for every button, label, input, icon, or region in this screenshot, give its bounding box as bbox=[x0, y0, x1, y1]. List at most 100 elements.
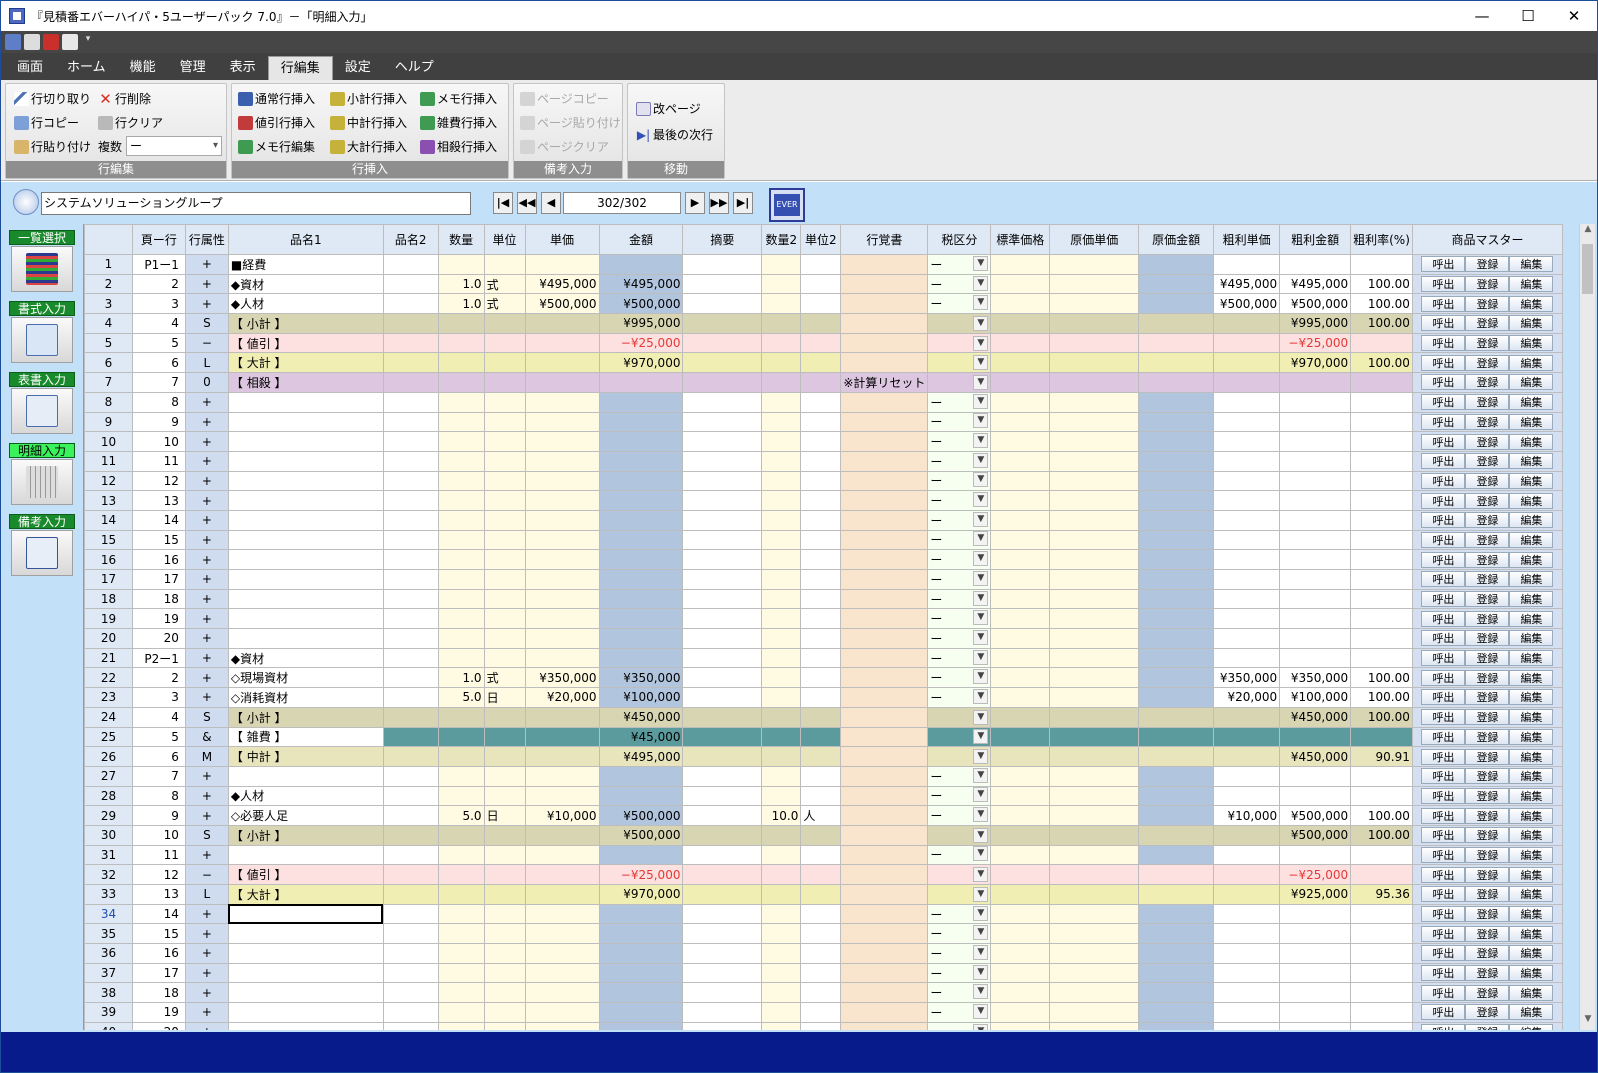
quantity2-cell[interactable] bbox=[761, 529, 802, 551]
quantity-cell[interactable] bbox=[437, 608, 485, 630]
call-master-button[interactable]: 呼出 bbox=[1421, 295, 1466, 312]
quantity2-cell[interactable] bbox=[761, 706, 802, 728]
call-master-button[interactable]: 呼出 bbox=[1421, 571, 1466, 588]
gross-profit-rate-cell[interactable] bbox=[1350, 529, 1413, 551]
memo-edit-button[interactable]: メモ行編集 bbox=[238, 138, 315, 155]
unit-price-cell[interactable] bbox=[524, 549, 600, 570]
unit-cell[interactable]: 日 bbox=[483, 805, 526, 826]
quantity-cell[interactable] bbox=[437, 785, 485, 807]
unit-price-cell[interactable] bbox=[524, 450, 600, 472]
quantity-cell[interactable]: 1.0 bbox=[437, 293, 485, 315]
tax-dropdown[interactable]: ー▼ bbox=[930, 964, 989, 982]
chevron-down-icon[interactable]: ▼ bbox=[973, 492, 989, 508]
chevron-down-icon[interactable]: ▼ bbox=[973, 452, 989, 468]
insert-memo-button[interactable]: メモ行挿入 bbox=[420, 90, 497, 107]
tax-category-cell[interactable]: ー▼ bbox=[927, 667, 992, 689]
call-master-button[interactable]: 呼出 bbox=[1421, 315, 1466, 332]
tax-category-cell[interactable]: ー▼ bbox=[927, 588, 992, 610]
page-copy-button[interactable]: ページコピー bbox=[520, 90, 609, 107]
gross-profit-amount-cell[interactable]: −¥25,000 bbox=[1279, 332, 1352, 354]
register-master-button[interactable]: 登録 bbox=[1465, 1024, 1510, 1030]
call-master-button[interactable]: 呼出 bbox=[1421, 630, 1466, 647]
edit-master-button[interactable]: 編集 bbox=[1509, 709, 1554, 726]
close-button[interactable]: ✕ bbox=[1551, 1, 1597, 31]
edit-master-button[interactable]: 編集 bbox=[1509, 689, 1554, 706]
quantity2-cell[interactable] bbox=[761, 313, 802, 334]
chevron-down-icon[interactable]: ▼ bbox=[973, 669, 989, 685]
quantity2-cell[interactable] bbox=[761, 509, 802, 531]
vertical-scrollbar[interactable]: ▲ ▼ bbox=[1579, 224, 1595, 1030]
gross-profit-unit-cell[interactable] bbox=[1213, 706, 1281, 728]
cost-amount-cell[interactable] bbox=[1138, 391, 1215, 413]
cost-amount-cell[interactable] bbox=[1138, 864, 1215, 885]
quantity-cell[interactable] bbox=[437, 962, 485, 984]
unit2-cell[interactable] bbox=[800, 982, 842, 1004]
cost-amount-cell[interactable] bbox=[1138, 785, 1215, 807]
cost-amount-cell[interactable] bbox=[1138, 509, 1215, 531]
summary-cell[interactable] bbox=[682, 608, 763, 630]
call-master-button[interactable]: 呼出 bbox=[1421, 610, 1466, 627]
quantity-cell[interactable] bbox=[437, 332, 485, 354]
item-name2-cell[interactable] bbox=[382, 765, 439, 787]
amount-cell[interactable] bbox=[598, 372, 684, 393]
row-attribute-cell[interactable]: + bbox=[184, 923, 229, 945]
row-attribute-cell[interactable]: + bbox=[184, 529, 229, 551]
unit2-cell[interactable] bbox=[800, 569, 842, 590]
summary-cell[interactable] bbox=[682, 254, 763, 275]
summary-cell[interactable] bbox=[682, 824, 763, 846]
unit-cell[interactable] bbox=[483, 529, 526, 551]
item-name1-cell[interactable]: 【 小計 】 bbox=[227, 706, 384, 728]
call-master-button[interactable]: 呼出 bbox=[1421, 709, 1466, 726]
quantity-cell[interactable] bbox=[437, 254, 485, 275]
unit-price-cell[interactable] bbox=[524, 628, 600, 649]
chevron-down-icon[interactable]: ▼ bbox=[973, 649, 989, 665]
quantity-cell[interactable] bbox=[437, 470, 485, 492]
cost-unit-price-cell[interactable] bbox=[1049, 352, 1140, 374]
tab-2[interactable]: 機能 bbox=[118, 56, 168, 80]
chevron-down-icon[interactable]: ▼ bbox=[973, 846, 989, 862]
unit-price-cell[interactable] bbox=[524, 943, 600, 964]
unit2-cell[interactable] bbox=[800, 529, 842, 551]
row-attribute-cell[interactable]: + bbox=[184, 391, 229, 413]
chevron-down-icon[interactable]: ▼ bbox=[973, 335, 989, 351]
quantity-cell[interactable] bbox=[437, 982, 485, 1004]
unit-price-cell[interactable] bbox=[524, 470, 600, 492]
gross-profit-unit-cell[interactable] bbox=[1213, 490, 1281, 511]
cost-unit-price-cell[interactable] bbox=[1049, 746, 1140, 767]
row-memo-cell[interactable] bbox=[840, 352, 929, 374]
summary-cell[interactable] bbox=[682, 332, 763, 354]
gross-profit-amount-cell[interactable] bbox=[1279, 726, 1352, 748]
unit-cell[interactable] bbox=[483, 884, 526, 905]
standard-price-cell[interactable] bbox=[990, 411, 1051, 433]
unit2-cell[interactable] bbox=[800, 352, 842, 374]
register-master-button[interactable]: 登録 bbox=[1465, 295, 1510, 312]
gross-profit-rate-cell[interactable] bbox=[1350, 549, 1413, 570]
tax-dropdown[interactable]: ー▼ bbox=[930, 452, 989, 470]
cost-amount-cell[interactable] bbox=[1138, 805, 1215, 826]
tax-dropdown[interactable]: ▼ bbox=[930, 315, 989, 331]
edit-master-button[interactable]: 編集 bbox=[1509, 433, 1554, 450]
gross-profit-unit-cell[interactable] bbox=[1213, 313, 1281, 334]
quantity-cell[interactable] bbox=[437, 529, 485, 551]
paste-row-button[interactable]: 行貼り付け bbox=[14, 138, 91, 155]
quantity2-cell[interactable] bbox=[761, 884, 802, 905]
row-memo-cell[interactable] bbox=[840, 529, 929, 551]
tax-category-cell[interactable]: ー▼ bbox=[927, 844, 992, 866]
next-page-button[interactable]: ▶ bbox=[685, 192, 705, 214]
item-name1-cell[interactable] bbox=[227, 391, 384, 413]
gross-profit-rate-cell[interactable]: 100.00 bbox=[1350, 805, 1413, 826]
row-attribute-cell[interactable]: + bbox=[184, 667, 229, 689]
call-master-button[interactable]: 呼出 bbox=[1421, 1004, 1466, 1021]
tax-dropdown[interactable]: ▼ bbox=[930, 827, 989, 843]
item-name1-cell[interactable] bbox=[227, 844, 384, 866]
item-name2-cell[interactable] bbox=[382, 391, 439, 413]
page-row-cell[interactable]: 11 bbox=[131, 844, 186, 866]
cost-amount-cell[interactable] bbox=[1138, 647, 1215, 669]
amount-cell[interactable]: −¥25,000 bbox=[598, 332, 684, 354]
quantity-cell[interactable] bbox=[437, 1002, 485, 1023]
chevron-down-icon[interactable]: ▼ bbox=[973, 688, 989, 704]
gross-profit-rate-cell[interactable] bbox=[1350, 411, 1413, 433]
unit-price-cell[interactable] bbox=[524, 411, 600, 433]
row-attribute-cell[interactable]: + bbox=[184, 1002, 229, 1023]
quantity2-cell[interactable] bbox=[761, 844, 802, 866]
